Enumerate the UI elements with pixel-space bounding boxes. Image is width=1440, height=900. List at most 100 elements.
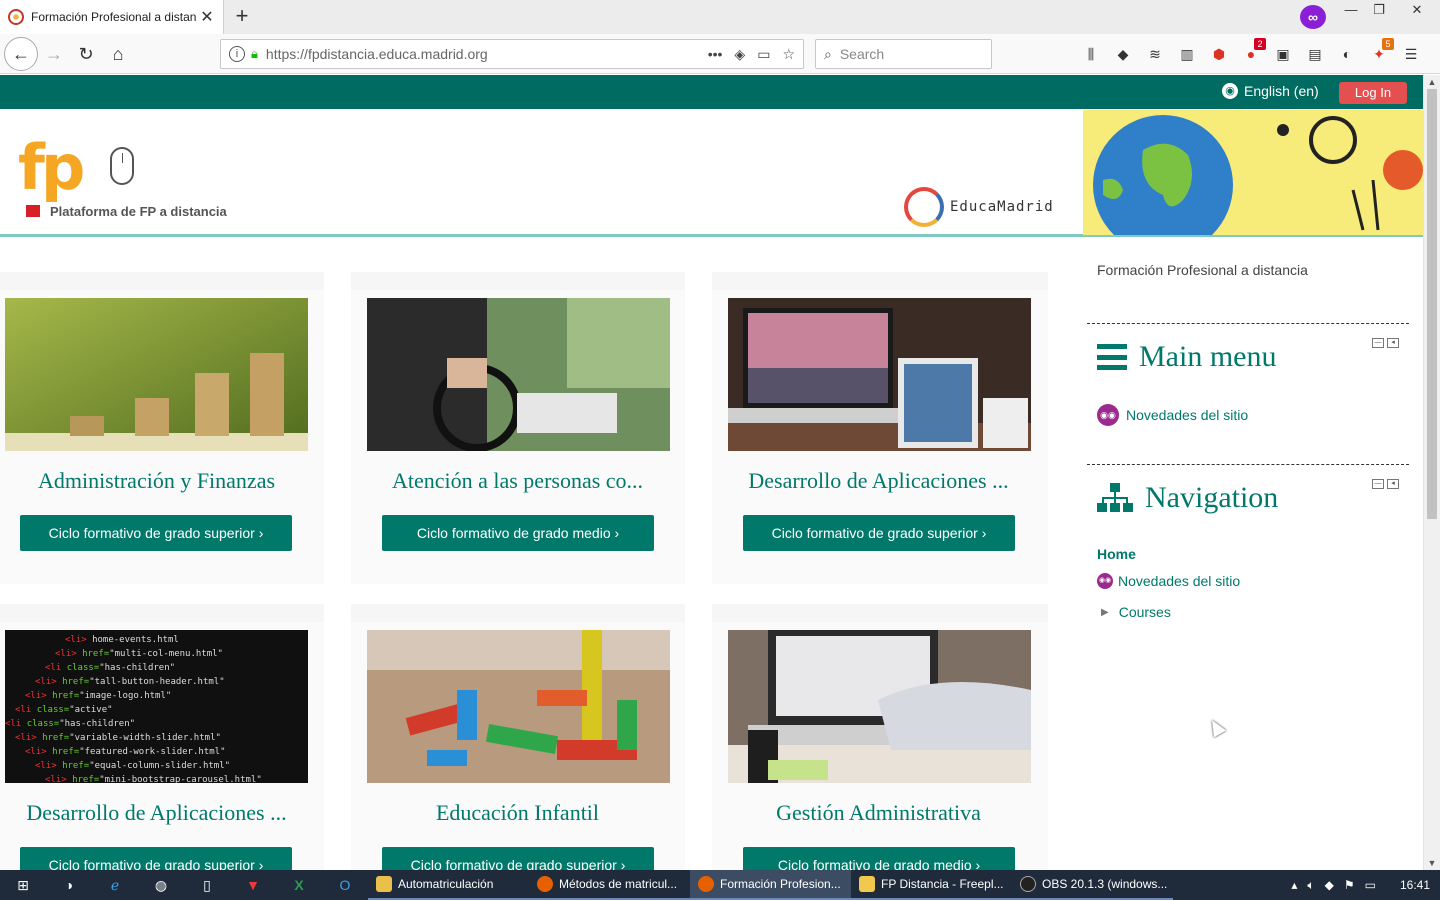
menu-icon[interactable]: ☰ <box>1400 43 1422 65</box>
network-icon[interactable]: ▭ <box>1365 878 1376 892</box>
adblock-icon[interactable]: ⬢ <box>1208 43 1230 65</box>
course-image[interactable] <box>728 298 1031 451</box>
taskbar-app-explorer[interactable]: Automatriculación <box>368 870 529 900</box>
screenshot-icon[interactable]: ▣ <box>1272 43 1294 65</box>
course-image[interactable] <box>5 298 308 451</box>
chrome-icon <box>859 876 875 892</box>
reader-icon[interactable]: ▤ <box>1304 43 1326 65</box>
library-icon[interactable]: ⫼ <box>1080 43 1102 65</box>
mouse-icon <box>110 147 134 185</box>
start-button[interactable]: ⊞ <box>0 870 46 900</box>
taskbar-app-firefox-active[interactable]: Formación Profesion... <box>690 870 851 900</box>
tab-strip: Formación Profesional a distan ✕ + ∞ — ❐… <box>0 0 1440 34</box>
svg-text:<li> href="variable-width-slid: <li> href="variable-width-slider.html" <box>15 733 221 743</box>
address-bar[interactable]: i 🔒︎ https://fpdistancia.educa.madrid.or… <box>220 39 804 69</box>
course-image[interactable] <box>728 630 1031 783</box>
course-name[interactable]: Desarrollo de Aplicaciones ... <box>0 800 313 826</box>
course-level-button[interactable]: Ciclo formativo de grado superior › <box>20 847 292 870</box>
dock-block-icon[interactable]: ◂ <box>1387 479 1399 489</box>
new-tab-button[interactable]: + <box>230 4 254 28</box>
outlook-icon[interactable]: O <box>322 870 368 900</box>
course-image[interactable] <box>367 298 670 451</box>
home-button[interactable]: ⌂ <box>104 41 132 67</box>
bookmark-star-icon[interactable]: ☆ <box>782 46 795 63</box>
main-menu-item[interactable]: ◉◉ Novedades del sitio <box>1097 404 1248 426</box>
expand-arrow-icon[interactable]: ▶ <box>1101 607 1109 618</box>
block-controls: — ◂ <box>1372 479 1399 489</box>
course-name[interactable]: Gestión Administrativa <box>722 800 1035 826</box>
search-placeholder: Search <box>839 46 885 62</box>
info-icon[interactable]: i <box>229 46 245 62</box>
course-name[interactable]: Administración y Finanzas <box>0 468 313 494</box>
course-level-button[interactable]: Ciclo formativo de grado superior › <box>382 847 654 870</box>
course-image[interactable]: <li> home-events.html <li> href="multi-c… <box>5 630 308 783</box>
site-name: Formación Profesional a distancia <box>1097 262 1308 278</box>
course-level-button[interactable]: Ciclo formativo de grado superior › <box>20 515 292 551</box>
forward-button[interactable]: → <box>40 41 68 67</box>
taskbar-app-label: FP Distancia - Freepl... <box>881 877 1004 891</box>
course-name[interactable]: Desarrollo de Aplicaciones ... <box>722 468 1035 494</box>
pocket-icon[interactable]: ◈ <box>734 46 745 63</box>
scroll-down-icon[interactable]: ▼ <box>1424 858 1440 868</box>
flag-icon[interactable]: ⚑ <box>1344 878 1355 892</box>
course-image[interactable] <box>367 630 670 783</box>
back-button[interactable]: ← <box>4 37 38 71</box>
file-icon[interactable]: ▯ <box>184 870 230 900</box>
tab-close-icon[interactable]: ✕ <box>199 7 215 27</box>
course-level-button[interactable]: Ciclo formativo de grado superior › <box>743 515 1015 551</box>
tab-active[interactable]: Formación Profesional a distan ✕ <box>0 0 224 34</box>
course-level-button[interactable]: Ciclo formativo de grado medio › <box>382 515 654 551</box>
reader-view-icon[interactable]: ▭ <box>757 46 770 63</box>
internet-explorer-icon[interactable]: ℯ <box>92 870 138 900</box>
svg-text:<li class="has-children": <li class="has-children" <box>5 719 135 729</box>
notification-extension-icon[interactable]: ● 2 <box>1240 38 1266 65</box>
reload-button[interactable]: ↻ <box>72 41 100 67</box>
taskbar-app-firefox[interactable]: Métodos de matricul... <box>529 870 690 900</box>
course-card: Administración y Finanzas Ciclo formativ… <box>0 272 324 584</box>
pinned-app-icon[interactable]: ◑ <box>46 870 92 900</box>
extension-icon[interactable]: ◆ <box>1112 43 1134 65</box>
security-icon[interactable]: ◆ <box>1325 878 1334 892</box>
restore-button[interactable]: ❐ <box>1362 0 1396 22</box>
fp-logo[interactable]: fp Plataforma de FP a distancia <box>18 131 248 220</box>
layers-icon[interactable]: ≋ <box>1144 43 1166 65</box>
site-header: fp Plataforma de FP a distancia EducaMad… <box>0 109 1423 237</box>
taskbar-app-chrome[interactable]: FP Distancia - Freepl... <box>851 870 1012 900</box>
forum-icon: ◉◉ <box>1097 573 1113 589</box>
dock-block-icon[interactable]: ◂ <box>1387 338 1399 348</box>
scroll-up-icon[interactable]: ▲ <box>1424 77 1440 87</box>
navigation-block: Navigation — ◂ Home ◉◉ Novedades del sit… <box>1087 464 1409 664</box>
window-close-button[interactable]: ✕ <box>1400 0 1434 22</box>
nav-courses-link[interactable]: ▶ Courses <box>1101 604 1171 620</box>
addon-icon[interactable]: ✦ 5 <box>1368 38 1394 65</box>
windows-taskbar: ⊞ ◑ ℯ ◍ ▯ ▼ X O Automatriculación Método… <box>0 870 1440 900</box>
course-name[interactable]: Atención a las personas co... <box>361 468 674 494</box>
sidebar-icon[interactable]: ▥ <box>1176 43 1198 65</box>
scrollbar-thumb[interactable] <box>1427 89 1437 519</box>
course-card: Atención a las personas co... Ciclo form… <box>351 272 685 584</box>
page-scrollbar[interactable]: ▲ ▼ <box>1423 75 1440 870</box>
nav-site-news-link[interactable]: ◉◉ Novedades del sitio <box>1097 573 1240 589</box>
login-button[interactable]: Log In <box>1339 82 1407 104</box>
vivaldi-icon[interactable]: ▼ <box>230 870 276 900</box>
taskbar-app-obs[interactable]: OBS 20.1.3 (windows... <box>1012 870 1173 900</box>
page-actions-icon[interactable]: ••• <box>708 46 723 63</box>
excel-icon[interactable]: X <box>276 870 322 900</box>
clock[interactable]: 16:41 <box>1400 878 1430 892</box>
fp-logo-mark: fp <box>18 131 85 204</box>
course-level-button[interactable]: Ciclo formativo de grado medio › <box>743 847 1015 870</box>
firefox-icon[interactable]: ◍ <box>138 870 184 900</box>
sync-icon[interactable]: ◐ <box>1336 43 1358 65</box>
volume-icon[interactable]: 🔈︎ <box>1307 878 1314 893</box>
collapse-block-icon[interactable]: — <box>1372 338 1384 348</box>
url-text[interactable]: https://fpdistancia.educa.madrid.org <box>266 46 708 62</box>
lock-icon[interactable]: 🔒︎ <box>251 46 258 62</box>
educamadrid-logo[interactable]: EducaMadrid <box>904 187 1054 227</box>
course-name[interactable]: Educación Infantil <box>361 800 674 826</box>
nav-home-link[interactable]: Home <box>1097 546 1136 562</box>
educamadrid-text: EducaMadrid <box>950 199 1054 215</box>
language-selector[interactable]: ◉ English (en) <box>1222 83 1319 99</box>
collapse-block-icon[interactable]: — <box>1372 479 1384 489</box>
tray-expand-icon[interactable]: ▴ <box>1291 878 1297 892</box>
search-input[interactable]: ⌕ Search <box>815 39 992 69</box>
